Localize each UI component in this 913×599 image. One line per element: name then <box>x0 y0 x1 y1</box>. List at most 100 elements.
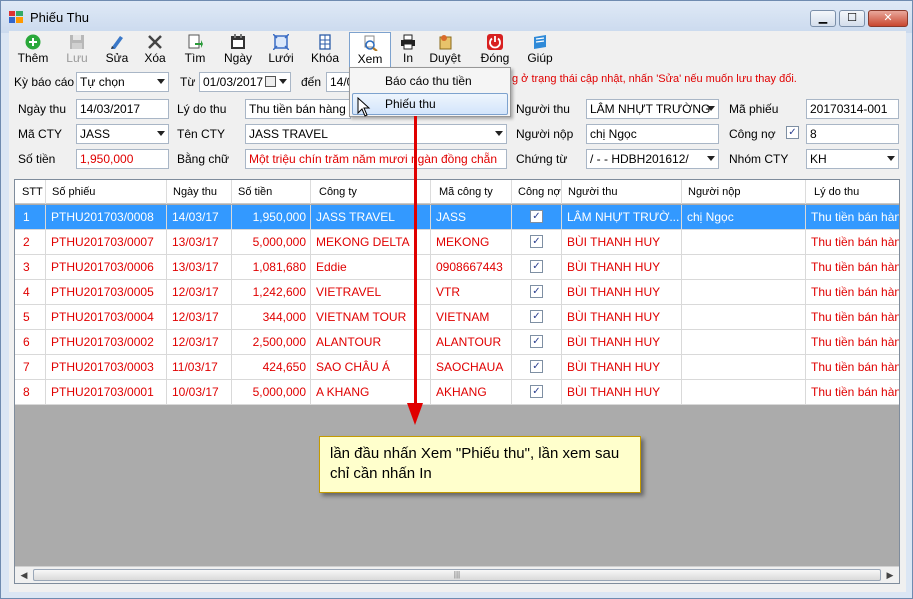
cell-stt: 1 <box>15 205 46 229</box>
chungtu-combo[interactable]: / - - HDBH201612/ <box>586 149 719 169</box>
print-icon <box>401 34 415 50</box>
col-header-ngaythu[interactable]: Ngày thu <box>167 180 232 204</box>
edit-button[interactable]: Sửa <box>99 32 135 66</box>
tencty-combo[interactable]: JASS TRAVEL <box>245 124 507 144</box>
congno-checkbox[interactable]: ✓ <box>530 235 543 248</box>
congno-field[interactable]: 8 <box>806 124 899 144</box>
cell-macongty: SAOCHAUA <box>431 355 512 379</box>
congno-checkbox[interactable]: ✓ <box>530 360 543 373</box>
lock-button[interactable]: Khóa <box>305 32 345 66</box>
grid-icon <box>273 34 289 50</box>
power-icon <box>487 34 503 50</box>
close-button[interactable]: Đóng <box>475 32 515 66</box>
window-title: Phiếu Thu <box>30 10 90 25</box>
print-button[interactable]: In <box>393 32 423 66</box>
cell-stt: 4 <box>15 280 46 304</box>
cell-lydothu: Thu tiền bán hàng <box>806 255 899 279</box>
nguoithu-combo[interactable]: LÂM NHỰT TRƯỜNG <box>586 99 719 119</box>
cell-nguoinop <box>682 255 806 279</box>
col-header-stt[interactable]: STT <box>15 180 46 204</box>
preview-icon <box>364 35 378 51</box>
nguoinop-label: Người nộp <box>516 127 574 141</box>
congno-checkbox[interactable]: ✓ <box>530 210 543 223</box>
help-button[interactable]: Giúp <box>521 32 559 66</box>
cell-sophieu: PTHU201703/0007 <box>46 230 167 254</box>
scrollbar-thumb[interactable]: ||| <box>33 569 881 581</box>
cell-stt: 5 <box>15 305 46 329</box>
date-button[interactable]: Ngày <box>219 32 257 66</box>
col-header-sophieu[interactable]: Số phiếu <box>46 180 167 204</box>
cell-macongty: VTR <box>431 280 512 304</box>
from-date-picker[interactable]: 01/03/2017 <box>199 72 291 92</box>
cell-congno: ✓ <box>512 230 562 254</box>
sotien-label: Số tiền <box>18 152 56 166</box>
cell-macongty: VIETNAM <box>431 305 512 329</box>
cell-congno: ✓ <box>512 305 562 329</box>
congno-checkbox[interactable]: ✓ <box>530 260 543 273</box>
maximize-button[interactable]: ☐ <box>839 10 865 27</box>
cell-ngaythu: 12/03/17 <box>167 330 232 354</box>
chevron-down-icon <box>495 131 503 136</box>
col-header-lydothu[interactable]: Lý do thu <box>806 180 899 204</box>
col-header-congno[interactable]: Công nợ <box>512 180 562 204</box>
nhomcty-combo[interactable]: KH <box>806 149 899 169</box>
table-row[interactable]: 7 PTHU201703/0003 11/03/17 424,650 SAO CHÂU … <box>15 355 899 380</box>
period-combo[interactable]: Tự chọn <box>76 72 169 92</box>
col-header-nguoithu[interactable]: Người thu <box>562 180 682 204</box>
cell-macongty: MEKONG <box>431 230 512 254</box>
cell-congty: VIETRAVEL <box>311 280 431 304</box>
lydothu-field[interactable]: Thu tiền bán hàng <box>245 99 351 119</box>
table-row[interactable]: 4 PTHU201703/0005 12/03/17 1,242,600 VIETRAV… <box>15 280 899 305</box>
table-row[interactable]: 2 PTHU201703/0007 13/03/17 5,000,000 MEKONG … <box>15 230 899 255</box>
cell-stt: 6 <box>15 330 46 354</box>
tencty-label: Tên CTY <box>177 127 226 141</box>
table-row[interactable]: 6 PTHU201703/0002 12/03/17 2,500,000 ALANTOU… <box>15 330 899 355</box>
preview-button[interactable]: Xem <box>349 32 391 68</box>
approve-button[interactable]: Duyệt <box>425 32 465 66</box>
col-header-congty[interactable]: Công ty <box>311 180 431 204</box>
cell-stt: 7 <box>15 355 46 379</box>
nguoinop-field[interactable]: chị Ngọc <box>586 124 719 144</box>
minimize-button[interactable]: ▁ <box>810 10 836 27</box>
cell-lydothu: Thu tiền bán hàng <box>806 355 899 379</box>
menu-item-phieu-thu[interactable]: Phiếu thu <box>352 93 508 115</box>
ngaythu-field[interactable]: 14/03/2017 <box>76 99 169 119</box>
scroll-right-icon[interactable]: ▶ <box>884 569 896 581</box>
horizontal-scrollbar[interactable]: ◀ ||| ▶ <box>15 566 899 583</box>
congno-checkbox[interactable]: ✓ <box>530 285 543 298</box>
save-button[interactable]: Lưu <box>59 32 95 66</box>
find-button[interactable]: Tìm <box>177 32 213 66</box>
congno-checkbox[interactable]: ✓ <box>530 385 543 398</box>
cell-ngaythu: 12/03/17 <box>167 305 232 329</box>
cell-sotien: 2,500,000 <box>232 330 311 354</box>
macty-combo[interactable]: JASS <box>76 124 169 144</box>
table-row[interactable]: 8 PTHU201703/0001 10/03/17 5,000,000 A KHANG… <box>15 380 899 405</box>
congno-checkbox[interactable]: ✓ <box>530 335 543 348</box>
col-header-sotien[interactable]: Số tiền <box>232 180 311 204</box>
cell-congno: ✓ <box>512 280 562 304</box>
table-row[interactable]: 5 PTHU201703/0004 12/03/17 344,000 VIETNAM T… <box>15 305 899 330</box>
receipts-grid: STT Số phiếu Ngày thu Số tiền Công ty Mã… <box>14 179 900 584</box>
sotien-field[interactable]: 1,950,000 <box>76 149 169 169</box>
cell-ngaythu: 11/03/17 <box>167 355 232 379</box>
menu-item-bao-cao-thu-tien[interactable]: Báo cáo thu tiền <box>352 70 508 92</box>
grid-button[interactable]: Lưới <box>263 32 299 66</box>
calendar-icon <box>231 34 245 49</box>
cell-congno: ✓ <box>512 355 562 379</box>
add-button[interactable]: Thêm <box>13 32 53 66</box>
col-header-nguoinop[interactable]: Người nộp <box>682 180 806 204</box>
close-window-button[interactable]: ✕ <box>868 10 908 27</box>
bangchu-field[interactable]: Một triệu chín trăm năm mươi ngàn đồng c… <box>245 149 507 169</box>
cell-congty: VIETNAM TOUR <box>311 305 431 329</box>
table-row[interactable]: 1 PTHU201703/0008 14/03/17 1,950,000 JASS TR… <box>15 205 899 230</box>
maphieu-field[interactable]: 20170314-001 <box>806 99 899 119</box>
cell-ngaythu: 12/03/17 <box>167 280 232 304</box>
annotation-arrow-head <box>407 403 423 425</box>
congno-checkbox[interactable]: ✓ <box>786 126 799 139</box>
congno-checkbox[interactable]: ✓ <box>530 310 543 323</box>
scroll-left-icon[interactable]: ◀ <box>18 569 30 581</box>
table-row[interactable]: 3 PTHU201703/0006 13/03/17 1,081,680 Eddie 09… <box>15 255 899 280</box>
delete-button[interactable]: Xóa <box>137 32 173 66</box>
cell-ngaythu: 10/03/17 <box>167 380 232 404</box>
col-header-macongty[interactable]: Mã công ty <box>431 180 512 204</box>
